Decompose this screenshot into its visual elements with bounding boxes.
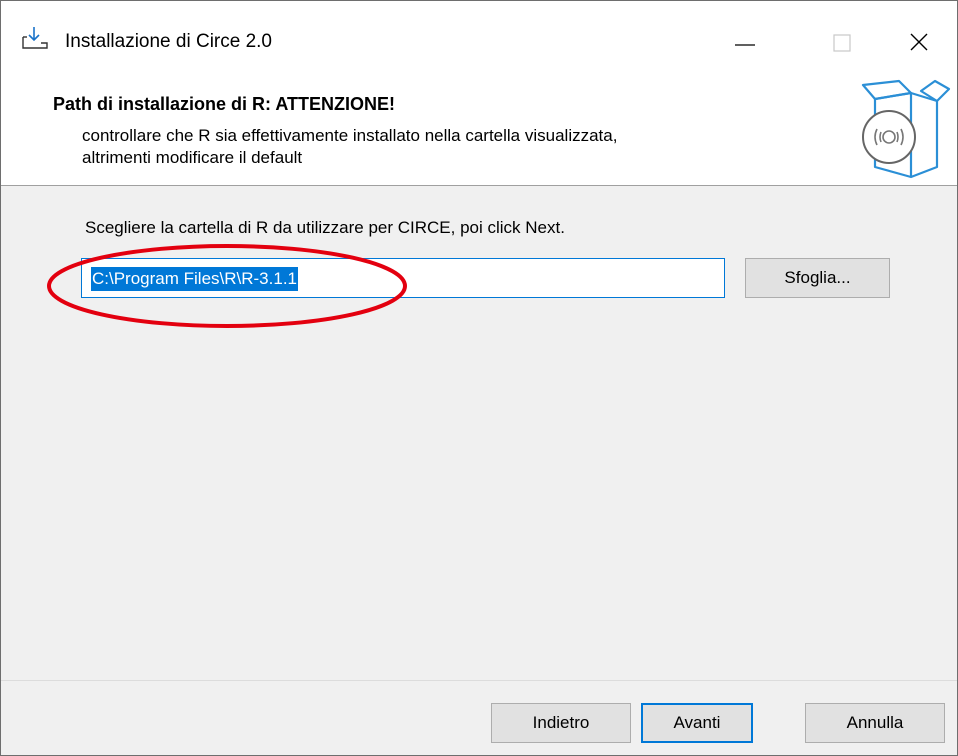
next-button[interactable]: Avanti [641, 703, 753, 743]
page-description: controllare che R sia effettivamente ins… [82, 125, 802, 169]
description-line-1: controllare che R sia effettivamente ins… [82, 126, 618, 145]
installer-window: Installazione di Circe 2.0 Path di insta… [0, 0, 958, 756]
description-line-2: altrimenti modificare il default [82, 148, 303, 167]
minimize-icon [735, 44, 755, 46]
browse-button[interactable]: Sfoglia... [745, 258, 890, 298]
page-title: Path di installazione di R: ATTENZIONE! [53, 94, 396, 114]
close-icon [910, 33, 928, 51]
title-bar[interactable]: Installazione di Circe 2.0 [1, 1, 957, 61]
window-title: Installazione di Circe 2.0 [65, 31, 272, 52]
wizard-header: Path di installazione di R: ATTENZIONE! … [1, 61, 957, 186]
install-path-value: C:\Program Files\R\R-3.1.1 [91, 267, 298, 291]
close-button[interactable] [869, 9, 957, 65]
cancel-button[interactable]: Annulla [805, 703, 945, 743]
back-button[interactable]: Indietro [491, 703, 631, 743]
instruction-text: Scegliere la cartella di R da utilizzare… [85, 218, 565, 237]
package-box-icon [859, 79, 953, 179]
maximize-icon [833, 34, 851, 52]
install-path-input[interactable]: C:\Program Files\R\R-3.1.1 [81, 258, 725, 298]
footer-separator [1, 680, 957, 681]
download-icon [21, 25, 49, 51]
minimize-button[interactable] [695, 9, 795, 65]
